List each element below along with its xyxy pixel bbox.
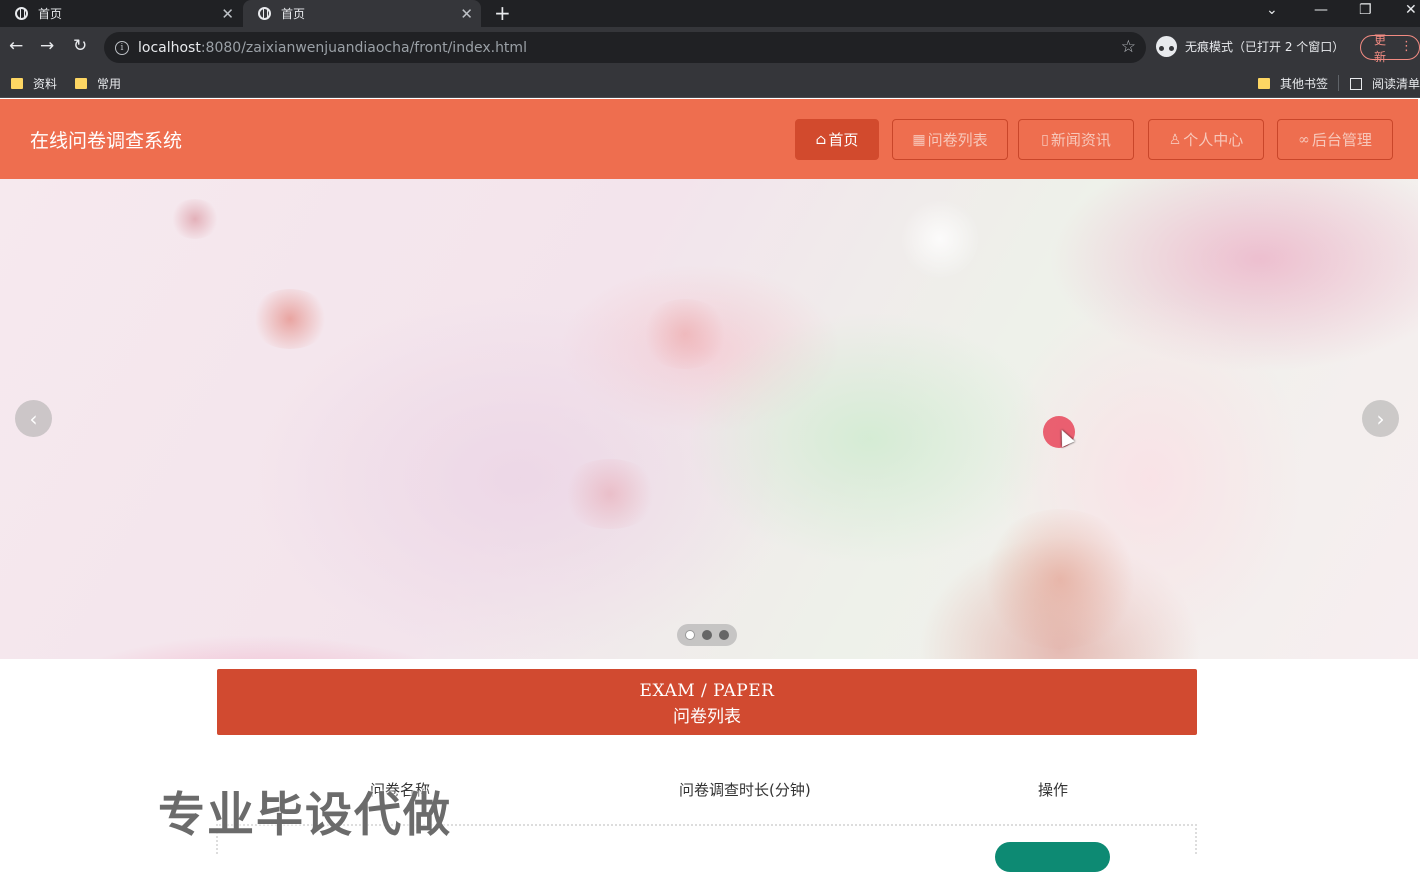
bookmark-folder[interactable]: 资料	[11, 75, 57, 92]
banner-decoration	[640, 299, 730, 369]
globe-icon	[15, 7, 28, 20]
banner-decoration	[900, 199, 980, 279]
nav-label: 问卷列表	[927, 131, 988, 149]
section-title-zh: 问卷列表	[673, 707, 741, 727]
table-header-duration: 问卷调查时长(分钟)	[679, 781, 811, 799]
banner-decoration	[170, 199, 220, 239]
tab-search-icon[interactable]: ⌄	[1266, 2, 1278, 18]
nav-label: 个人中心	[1183, 131, 1244, 149]
table-header-action: 操作	[1038, 781, 1069, 799]
banner-decoration	[560, 459, 660, 529]
close-icon[interactable]: ✕	[221, 5, 234, 23]
minimize-icon[interactable]: —	[1314, 2, 1328, 18]
section-title-bar: EXAM / PAPER 问卷列表	[217, 669, 1197, 735]
carousel-dot[interactable]	[702, 630, 712, 640]
bookmarks-bar: 资料 常用 其他书签 阅读清单	[0, 68, 1420, 98]
folder-icon	[75, 78, 87, 89]
update-button[interactable]: 更新 ⋮	[1360, 33, 1420, 64]
browser-tab-active[interactable]: 首页 ✕	[243, 0, 481, 27]
tab-title: 首页	[281, 7, 306, 21]
carousel-dot[interactable]	[719, 630, 729, 640]
url-path: :8080/zaixianwenjuandiaocha/front/index.…	[200, 39, 527, 56]
carousel-dot[interactable]	[685, 630, 695, 640]
site-header: 在线问卷调查系统 ⌂ 首页 ▦ 问卷列表 ▯ 新闻资讯 ♙ 个人中心 ∞ 后台管…	[0, 99, 1418, 179]
site-title: 在线问卷调查系统	[30, 130, 183, 152]
nav-label: 首页	[828, 131, 859, 149]
bookmark-label: 资料	[33, 77, 58, 91]
window-close-icon[interactable]: ✕	[1405, 2, 1417, 18]
update-label: 更新	[1374, 32, 1387, 64]
browser-toolbar: ← → ↻ i localhost:8080/zaixianwenjuandia…	[0, 27, 1420, 68]
incognito-indicator[interactable]: 无痕模式（已打开 2 个窗口）	[1156, 36, 1344, 57]
reading-list-icon	[1350, 77, 1362, 90]
nav-home[interactable]: ⌂ 首页	[795, 119, 879, 160]
bookmark-label: 阅读清单	[1372, 77, 1420, 91]
bookmark-label: 其他书签	[1280, 77, 1329, 91]
reading-list[interactable]: 阅读清单	[1350, 75, 1420, 92]
carousel-prev-button[interactable]: ‹	[15, 400, 52, 437]
browser-tab[interactable]: 首页 ✕	[0, 0, 242, 27]
news-icon: ▯	[1041, 131, 1049, 148]
url-host: localhost	[138, 39, 201, 56]
forward-icon[interactable]: →	[40, 36, 54, 56]
nav-personal-center[interactable]: ♙ 个人中心	[1148, 119, 1264, 160]
bookmark-label: 常用	[97, 77, 122, 91]
user-icon: ♙	[1168, 131, 1182, 148]
home-icon: ⌂	[815, 131, 827, 148]
nav-admin[interactable]: ∞ 后台管理	[1277, 119, 1393, 160]
nav-label: 新闻资讯	[1050, 131, 1111, 149]
carousel-indicators	[677, 624, 737, 646]
reload-icon[interactable]: ↻	[73, 36, 87, 56]
nav-news[interactable]: ▯ 新闻资讯	[1018, 119, 1134, 160]
tab-title: 首页	[38, 7, 63, 21]
grid-icon: ▦	[912, 131, 926, 148]
bookmark-star-icon[interactable]: ☆	[1121, 37, 1136, 57]
folder-icon	[11, 78, 23, 89]
link-icon: ∞	[1298, 131, 1310, 148]
watermark-text: 专业毕设代做	[158, 788, 452, 843]
globe-icon	[258, 7, 271, 20]
address-bar[interactable]: i localhost:8080/zaixianwenjuandiaocha/f…	[104, 32, 1146, 63]
info-icon[interactable]: i	[115, 40, 129, 55]
banner-decoration	[980, 509, 1140, 649]
restore-icon[interactable]: ❐	[1359, 2, 1372, 18]
banner-carousel[interactable]: ‹ ›	[0, 179, 1418, 659]
other-bookmarks[interactable]: 其他书签	[1258, 75, 1328, 92]
nav-paper-list[interactable]: ▦ 问卷列表	[892, 119, 1008, 160]
browser-tab-strip: 首页 ✕ 首页 ✕ + ⌄ — ❐ ✕	[0, 0, 1420, 27]
more-icon[interactable]: ⋮	[1400, 39, 1413, 54]
incognito-label: 无痕模式（已打开 2 个窗口）	[1185, 40, 1345, 54]
close-icon[interactable]: ✕	[460, 5, 473, 23]
divider	[1338, 75, 1339, 91]
carousel-next-button[interactable]: ›	[1362, 400, 1399, 437]
nav-label: 后台管理	[1311, 131, 1372, 149]
back-icon[interactable]: ←	[9, 36, 23, 56]
incognito-icon	[1156, 36, 1177, 57]
bookmark-folder[interactable]: 常用	[75, 75, 121, 92]
new-tab-icon[interactable]: +	[494, 1, 511, 25]
action-button[interactable]	[995, 842, 1110, 872]
section-title-en: EXAM / PAPER	[639, 681, 775, 701]
banner-decoration	[250, 289, 330, 349]
folder-icon	[1258, 78, 1270, 89]
